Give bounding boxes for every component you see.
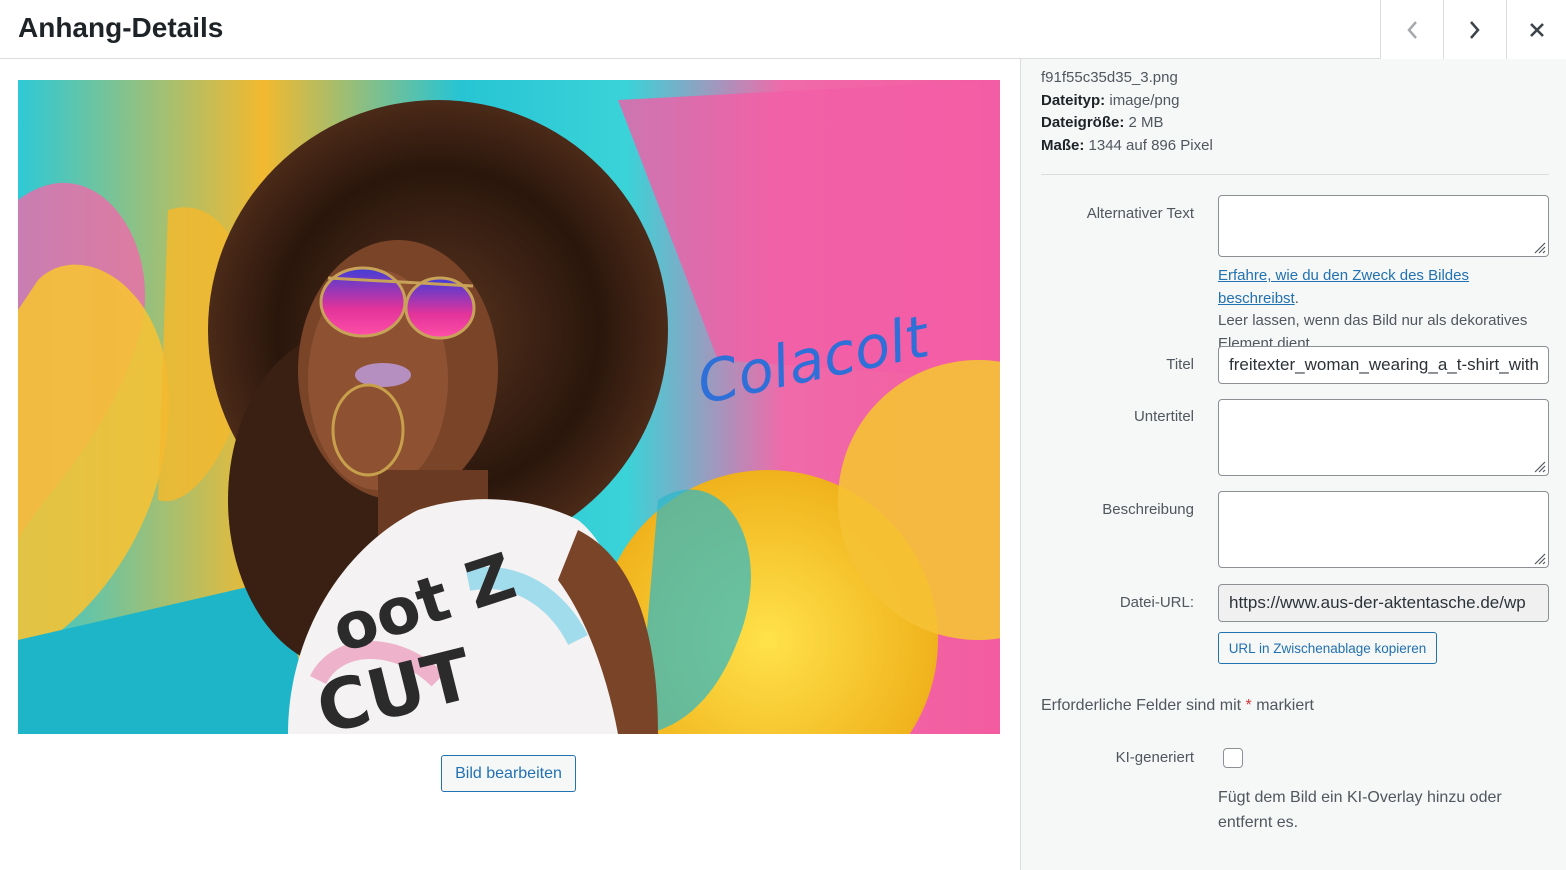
file-size-value: 2 MB bbox=[1128, 114, 1164, 131]
file-size-row: Dateigröße: 2 MB bbox=[1041, 112, 1213, 135]
copy-url-button[interactable]: URL in Zwischenablage kopieren bbox=[1218, 632, 1437, 664]
close-button[interactable] bbox=[1506, 0, 1566, 59]
alt-text-value bbox=[1229, 196, 1540, 256]
edit-image-button[interactable]: Bild bearbeiten bbox=[441, 755, 576, 792]
attachment-image: Colacolt oot Z CUT bbox=[18, 80, 1000, 734]
file-url-value: https://www.aus-der-aktentasche.de/wp bbox=[1229, 593, 1526, 612]
caption-label: Untertitel bbox=[1133, 408, 1194, 425]
title-label: Titel bbox=[1166, 356, 1194, 373]
ai-generated-label: KI-generiert bbox=[1115, 749, 1194, 766]
required-fields-note: Erforderliche Felder sind mit * markiert bbox=[1041, 697, 1314, 715]
description-field[interactable] bbox=[1218, 491, 1549, 568]
resize-handle-icon[interactable] bbox=[1532, 551, 1546, 565]
title-value: freitexter_woman_wearing_a_t-shirt_with bbox=[1229, 355, 1539, 374]
previous-button[interactable] bbox=[1380, 0, 1443, 59]
alt-text-help: Erfahre, wie du den Zweck des Bildes bes… bbox=[1218, 265, 1538, 355]
file-info: f91f55c35d35_3.png Dateityp: image/png D… bbox=[1041, 67, 1213, 157]
required-prefix: Erforderliche Felder sind mit bbox=[1041, 697, 1242, 714]
next-button[interactable] bbox=[1443, 0, 1506, 59]
required-star: * bbox=[1245, 697, 1252, 714]
file-size-label: Dateigröße: bbox=[1041, 114, 1125, 131]
close-icon bbox=[1528, 21, 1546, 39]
file-type-label: Dateityp: bbox=[1041, 91, 1106, 109]
resize-handle-icon[interactable] bbox=[1532, 240, 1546, 254]
modal-title: Anhang-Details bbox=[18, 12, 224, 43]
required-suffix: markiert bbox=[1256, 697, 1314, 714]
resize-handle-icon[interactable] bbox=[1532, 459, 1546, 473]
modal-header: Anhang-Details bbox=[0, 0, 1566, 59]
file-url-field[interactable]: https://www.aus-der-aktentasche.de/wp bbox=[1218, 584, 1549, 622]
dimensions-row: Maße: 1344 auf 896 Pixel bbox=[1041, 135, 1213, 158]
ai-generated-checkbox[interactable] bbox=[1223, 748, 1243, 768]
alt-text-help-dot: . bbox=[1294, 289, 1299, 307]
attachment-details-sidebar: ‾ ‾ ‾ ‾ ‾ ‾ f91f55c35d35_3.png Dateityp:… bbox=[1020, 59, 1566, 870]
file-url-label: Datei-URL: bbox=[1119, 594, 1194, 611]
chevron-left-icon bbox=[1405, 19, 1419, 41]
caption-value bbox=[1229, 400, 1540, 475]
description-value bbox=[1229, 492, 1540, 567]
media-preview-area: Colacolt oot Z CUT Bild bearbeiten bbox=[0, 59, 1020, 870]
divider bbox=[1041, 174, 1549, 175]
alt-text-help-link[interactable]: Erfahre, wie du den Zweck des Bildes bes… bbox=[1218, 267, 1469, 307]
alt-text-label: Alternativer Text bbox=[1086, 205, 1194, 222]
alt-text-field[interactable] bbox=[1218, 195, 1549, 257]
description-label: Beschreibung bbox=[1102, 501, 1194, 518]
ai-generated-help: Fügt dem Bild ein KI-Overlay hinzu oder … bbox=[1218, 789, 1502, 831]
file-type-value: image/png bbox=[1109, 91, 1180, 109]
file-type-row: Dateityp: image/png bbox=[1041, 90, 1213, 113]
dimensions-label: Maße: bbox=[1041, 136, 1085, 154]
title-field[interactable]: freitexter_woman_wearing_a_t-shirt_with bbox=[1218, 346, 1549, 384]
file-name: f91f55c35d35_3.png bbox=[1041, 69, 1178, 86]
dimensions-value: 1344 auf 896 Pixel bbox=[1088, 136, 1213, 154]
caption-field[interactable] bbox=[1218, 399, 1549, 476]
chevron-right-icon bbox=[1468, 19, 1482, 41]
